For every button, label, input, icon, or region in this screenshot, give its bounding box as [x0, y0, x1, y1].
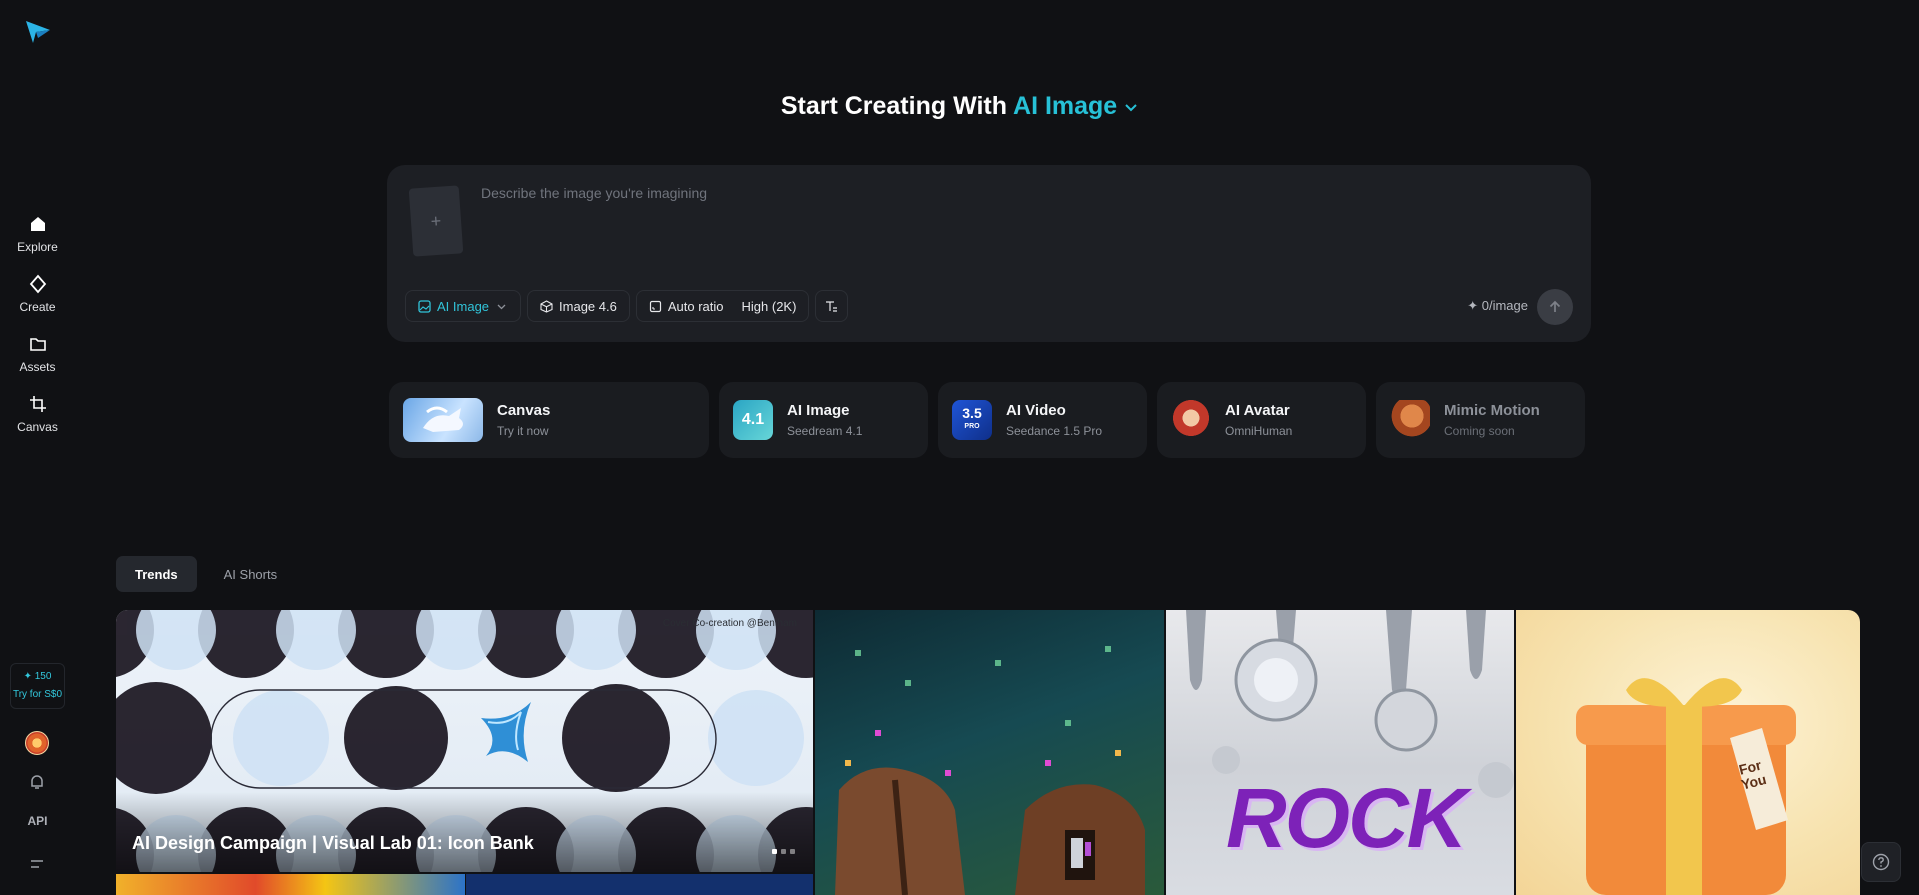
- sidebar-item-canvas[interactable]: Canvas: [0, 394, 75, 436]
- tool-subtitle: Seedream 4.1: [787, 424, 863, 438]
- trial-offer: Try for S$0: [12, 689, 63, 700]
- model-select[interactable]: Image 4.6: [527, 290, 630, 322]
- arrow-up-icon: [1549, 300, 1561, 312]
- image-icon: [418, 299, 431, 313]
- quality-label: High (2K): [741, 298, 797, 314]
- model-select-label: Image 4.6: [559, 298, 617, 314]
- tool-cards: Canvas Try it now 4.1 AI Image Seedream …: [389, 382, 1585, 458]
- tool-subtitle: Try it now: [497, 424, 549, 438]
- seedream-badge-text: 4.1: [741, 411, 765, 428]
- gallery-card[interactable]: [116, 874, 465, 895]
- featured-card[interactable]: Cover Co-creation @Bentham AI Design Cam…: [116, 610, 813, 872]
- plus-icon: +: [430, 210, 442, 231]
- mode-select[interactable]: AI Image: [405, 290, 522, 322]
- title-gradient: [116, 792, 813, 872]
- title-prefix: Start Creating With: [780, 92, 1007, 120]
- credits-count: ✦ 150: [23, 671, 52, 682]
- gallery-card-rock[interactable]: ROCK: [1166, 610, 1514, 895]
- mode-switcher-label: AI Image: [1013, 92, 1118, 120]
- bell-icon[interactable]: [28, 773, 46, 791]
- logo-icon[interactable]: [24, 18, 52, 44]
- page-title: Start Creating With AI Image: [0, 92, 1919, 121]
- tool-subtitle: Seedance 1.5 Pro: [1006, 424, 1103, 438]
- menu-icon[interactable]: [29, 857, 45, 871]
- tool-name: AI Avatar: [1225, 402, 1290, 419]
- help-button[interactable]: [1861, 842, 1901, 882]
- carousel-dot[interactable]: [772, 849, 777, 854]
- tab-ai-shorts[interactable]: AI Shorts: [205, 556, 296, 592]
- app-root: Explore Create Assets Canvas ✦ 150 Try f…: [0, 0, 1919, 895]
- chevron-down-icon: [1125, 104, 1137, 112]
- rock-text: ROCK: [1226, 771, 1467, 865]
- seedream-badge: 4.1: [733, 400, 773, 440]
- folder-icon: [29, 338, 46, 351]
- seedance-badge: 3.5 PRO: [952, 400, 992, 440]
- mode-select-label: AI Image: [437, 298, 490, 314]
- sidebar-item-label: Canvas: [17, 420, 58, 434]
- carousel-dot[interactable]: [790, 849, 795, 854]
- tool-name: AI Video: [1006, 402, 1066, 419]
- trends-gallery: Cover Co-creation @Bentham AI Design Cam…: [116, 610, 1860, 895]
- text-format-icon: [826, 300, 838, 312]
- carousel-dots[interactable]: [772, 849, 795, 854]
- feed-tabs: Trends AI Shorts: [116, 556, 296, 592]
- prompt-toolbar: AI Image Image 4.6 Auto ratio High (2K): [405, 290, 849, 322]
- avatar[interactable]: [25, 731, 49, 755]
- sidebar-item-label: Explore: [17, 240, 58, 254]
- tool-card-ai-video[interactable]: 3.5 PRO AI Video Seedance 1.5 Pro: [938, 382, 1147, 458]
- prompt-input[interactable]: Describe the image you're imagining: [481, 185, 707, 201]
- sidebar-item-label: Assets: [19, 360, 56, 374]
- mode-switcher[interactable]: AI Image: [1013, 92, 1138, 120]
- tool-subtitle: OmniHuman: [1225, 424, 1293, 438]
- sidebar-item-assets[interactable]: Assets: [0, 334, 75, 376]
- cube-icon: [540, 299, 553, 313]
- gift-box-artwork: [1576, 678, 1796, 895]
- tool-card-canvas[interactable]: Canvas Try it now: [389, 382, 709, 458]
- gallery-card-pixel-forest[interactable]: [815, 610, 1164, 895]
- text-style-button[interactable]: [815, 290, 849, 322]
- pixel-forest-artwork: [835, 646, 1145, 895]
- tool-name: Canvas: [497, 402, 551, 419]
- tool-card-mimic-motion[interactable]: Mimic Motion Coming soon: [1376, 382, 1585, 458]
- tool-name: AI Image: [787, 402, 850, 419]
- send-button[interactable]: [1537, 289, 1573, 325]
- canvas-thumbnail: [403, 398, 483, 442]
- crop-icon: [29, 396, 46, 412]
- home-icon: [30, 217, 45, 231]
- chevron-down-icon: [497, 304, 506, 309]
- upload-image-button[interactable]: +: [408, 185, 464, 257]
- ratio-quality-select[interactable]: Auto ratio High (2K): [635, 290, 810, 322]
- sidebar-item-create[interactable]: Create: [0, 274, 75, 316]
- cost-indicator: ✦ 0/image: [1467, 298, 1528, 313]
- ratio-label: Auto ratio: [667, 298, 724, 314]
- cover-credit: Cover Co-creation @Bentham: [662, 618, 797, 629]
- pegasus-icon: [423, 406, 463, 432]
- sidebar-item-explore[interactable]: Explore: [0, 214, 75, 256]
- featured-title: AI Design Campaign | Visual Lab 01: Icon…: [132, 833, 534, 853]
- gallery-card-gift[interactable]: For You: [1516, 610, 1860, 895]
- tab-trends[interactable]: Trends: [116, 556, 197, 592]
- api-link[interactable]: API: [0, 814, 75, 828]
- seedance-badge-text: 3.5: [962, 405, 982, 421]
- avatar-character-image: [1171, 400, 1211, 440]
- carousel-dot[interactable]: [781, 849, 786, 854]
- diamond-icon: [29, 274, 46, 294]
- tool-card-ai-avatar[interactable]: AI Avatar OmniHuman: [1157, 382, 1366, 458]
- help-icon: [1872, 853, 1890, 871]
- seedance-badge-sub: PRO: [964, 423, 980, 430]
- sidebar-item-label: Create: [19, 300, 56, 314]
- tool-subtitle: Coming soon: [1444, 424, 1515, 438]
- aspect-ratio-icon: [649, 300, 661, 312]
- prompt-composer: + Describe the image you're imagining AI…: [387, 165, 1591, 342]
- tool-card-ai-image[interactable]: 4.1 AI Image Seedream 4.1: [719, 382, 928, 458]
- mimic-motion-image: [1390, 400, 1430, 440]
- gallery-card[interactable]: [466, 874, 813, 895]
- sidebar: Explore Create Assets Canvas ✦ 150 Try f…: [0, 0, 75, 895]
- credits-button[interactable]: ✦ 150 Try for S$0: [10, 663, 65, 709]
- tool-name: Mimic Motion: [1444, 402, 1540, 419]
